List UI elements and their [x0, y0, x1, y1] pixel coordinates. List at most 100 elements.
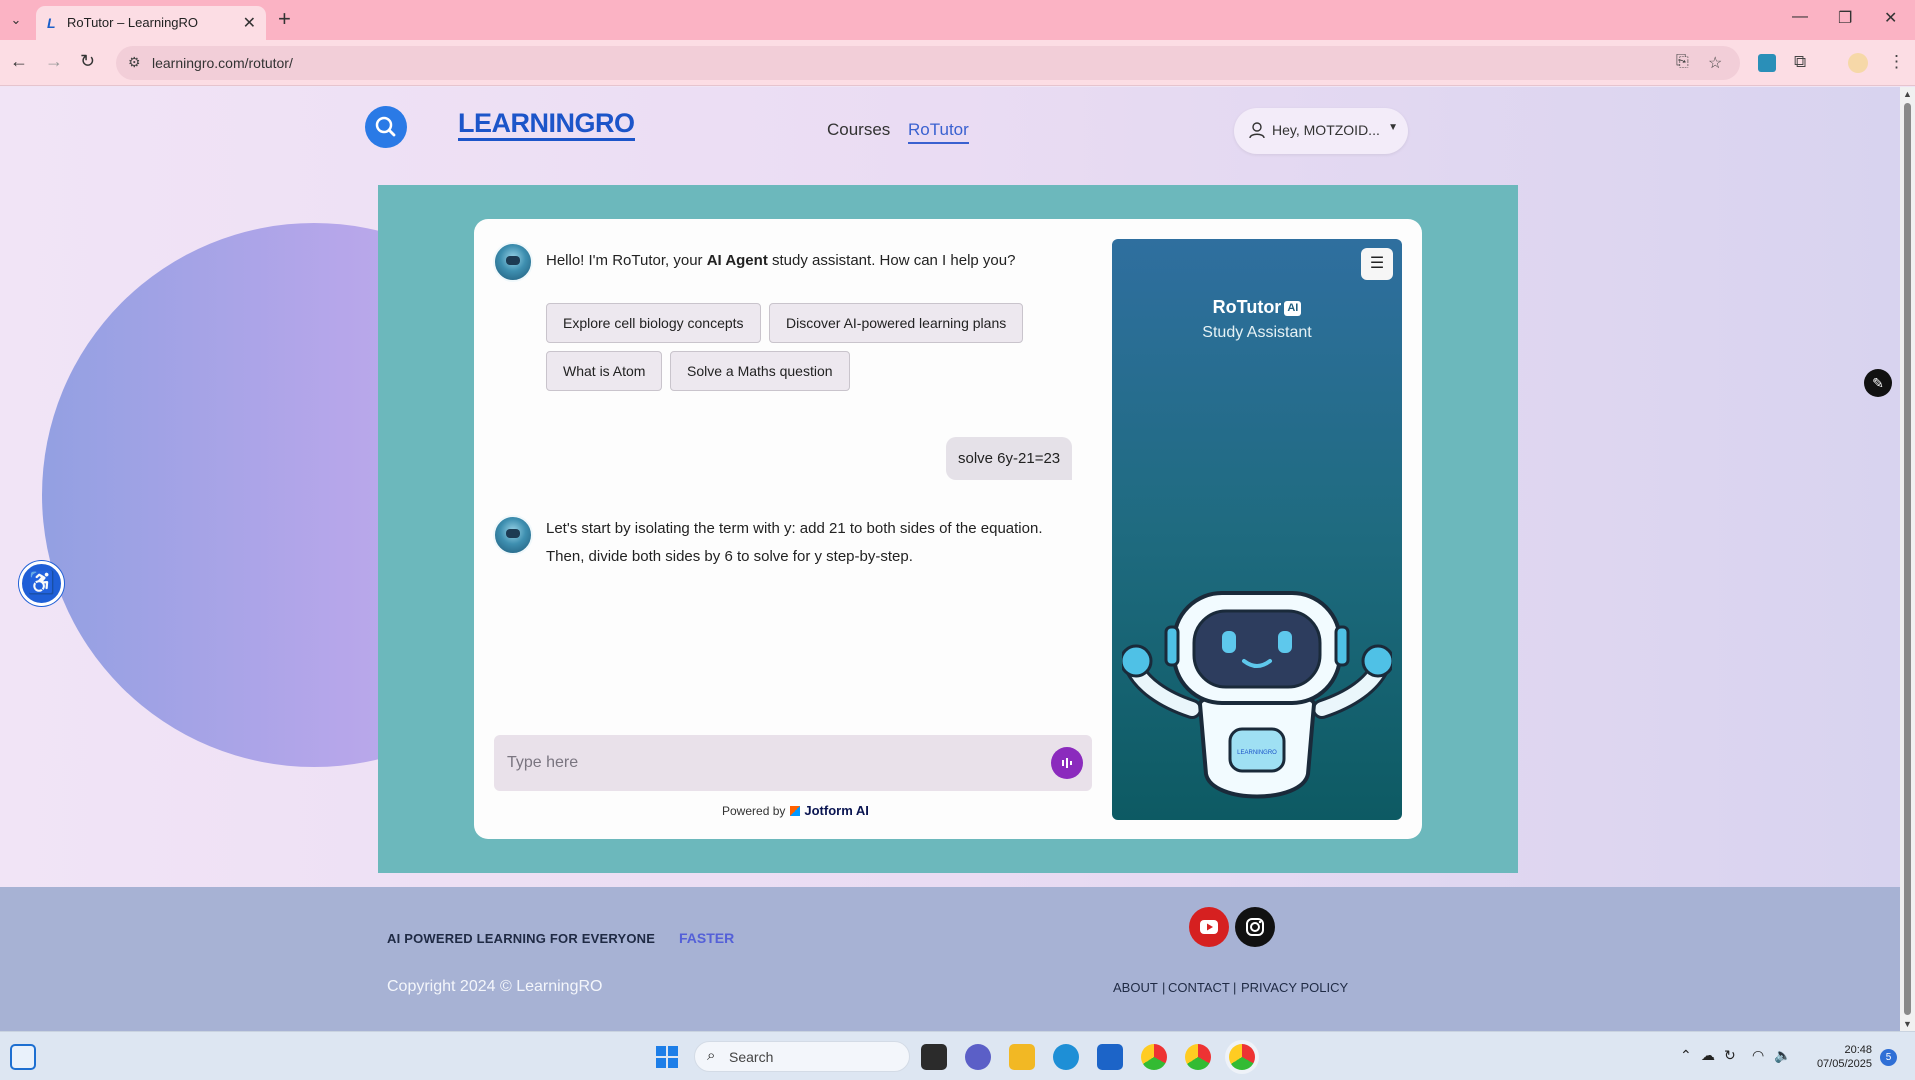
site-info-icon[interactable]: ⚙: [128, 54, 141, 71]
instagram-icon: [1246, 918, 1264, 936]
browser-toolbar: ← → ↻ ⚙ learningro.com/rotutor/ ⎘ ☆ ⧉ ⋮: [0, 40, 1915, 86]
url-text[interactable]: learningro.com/rotutor/: [152, 55, 293, 71]
tab-list-button[interactable]: ⌄: [6, 9, 26, 31]
powered-by-brand: Jotform AI: [804, 803, 869, 818]
microphone-icon: [1062, 758, 1072, 768]
user-message: solve 6y-21=23: [946, 437, 1073, 480]
instagram-link[interactable]: [1235, 907, 1275, 947]
onedrive-icon[interactable]: ☁: [1701, 1047, 1715, 1064]
wifi-icon[interactable]: ◠: [1752, 1047, 1764, 1064]
browser-tab[interactable]: L RoTutor – LearningRO ✕: [36, 6, 266, 40]
powered-by[interactable]: Powered by Jotform AI: [722, 803, 869, 818]
footer-tagline-accent: FASTER: [679, 930, 735, 946]
extensions-puzzle-icon[interactable]: ⧉: [1794, 52, 1806, 72]
panel-title: RoTutor AI: [1112, 297, 1402, 318]
system-clock[interactable]: 20:48 07/05/2025: [1806, 1043, 1872, 1071]
bot-greeting-message: Hello! I'm RoTutor, your AI Agent study …: [546, 252, 1016, 269]
message-input-box: [494, 735, 1092, 791]
copyright-text: Copyright 2024 © LearningRO: [387, 978, 603, 995]
footer-link-about[interactable]: ABOUT: [1113, 980, 1158, 995]
task-view-icon[interactable]: [921, 1044, 947, 1070]
robot-chest-text: LEARNINGRO: [1237, 750, 1277, 756]
caret-down-icon: ▼: [1388, 122, 1398, 133]
accessibility-icon: ♿: [27, 570, 56, 595]
page: LEARNINGRO Courses RoTutor Hey, MOTZOID.…: [0, 87, 1900, 1031]
volume-icon[interactable]: 🔈: [1774, 1047, 1791, 1064]
tab-close-icon[interactable]: ✕: [243, 13, 256, 33]
edit-icon: ✎: [1872, 375, 1884, 391]
powered-by-label: Powered by: [722, 804, 786, 818]
site-logo[interactable]: LEARNINGRO: [458, 109, 635, 141]
taskbar-search[interactable]: ⌕ Search: [694, 1041, 910, 1072]
tab-favicon-icon: L: [47, 15, 56, 31]
jotform-logo-icon: [790, 806, 801, 816]
new-tab-button[interactable]: +: [278, 6, 291, 32]
reload-button[interactable]: ↻: [80, 51, 95, 72]
search-button[interactable]: [365, 106, 407, 148]
nav-courses[interactable]: Courses: [827, 120, 890, 140]
footer-link-privacy[interactable]: PRIVACY POLICY: [1241, 980, 1348, 995]
tab-title: RoTutor – LearningRO: [67, 15, 199, 30]
suggestion-chip[interactable]: Solve a Maths question: [670, 351, 850, 391]
install-app-icon[interactable]: ⎘: [1676, 53, 1689, 71]
bookmark-star-icon[interactable]: ☆: [1708, 53, 1722, 73]
back-button[interactable]: ←: [10, 51, 28, 72]
browser-menu-icon[interactable]: ⋮: [1888, 52, 1905, 72]
store-icon[interactable]: [1097, 1044, 1123, 1070]
site-footer: AI POWERED LEARNING FOR EVERYONE FASTER …: [0, 887, 1900, 1031]
taskbar-search-label: Search: [729, 1049, 774, 1065]
windows-logo-icon: [656, 1046, 678, 1068]
menu-icon: ☰: [1369, 255, 1385, 272]
chat-widget: Hello! I'm RoTutor, your AI Agent study …: [474, 219, 1422, 839]
sync-icon[interactable]: ↻: [1724, 1047, 1736, 1064]
youtube-icon: [1200, 920, 1218, 934]
user-menu-button[interactable]: Hey, MOTZOID... ▼: [1234, 108, 1408, 154]
youtube-link[interactable]: [1189, 907, 1229, 947]
suggestion-chip[interactable]: Explore cell biology concepts: [546, 303, 761, 343]
scroll-thumb[interactable]: [1904, 103, 1911, 1015]
chrome-icon[interactable]: [1141, 1044, 1167, 1070]
clock-date: 07/05/2025: [1816, 1058, 1872, 1070]
panel-subtitle: Study Assistant: [1202, 324, 1312, 341]
robot-illustration: LEARNINGRO: [1122, 591, 1392, 799]
browser-tab-bar: ⌄ L RoTutor – LearningRO ✕ + — ❐ ✕: [0, 0, 1915, 40]
scroll-up-icon[interactable]: ▲: [1903, 89, 1912, 99]
profile-avatar[interactable]: [1848, 53, 1868, 73]
chrome-active-icon[interactable]: [1229, 1044, 1255, 1070]
edit-button[interactable]: ✎: [1864, 369, 1892, 397]
chrome-icon[interactable]: [1185, 1044, 1211, 1070]
extension-icon[interactable]: [1758, 54, 1776, 72]
minimize-button[interactable]: —: [1792, 8, 1808, 26]
teams-icon[interactable]: [965, 1044, 991, 1070]
edge-icon[interactable]: [1053, 1044, 1079, 1070]
close-window-button[interactable]: ✕: [1884, 8, 1897, 28]
notification-badge[interactable]: 5: [1880, 1049, 1897, 1066]
footer-tagline: AI POWERED LEARNING FOR EVERYONE: [387, 931, 656, 946]
nav-rotutor[interactable]: RoTutor: [908, 120, 969, 144]
menu-button[interactable]: ☰: [1361, 248, 1393, 280]
ai-badge: AI: [1284, 301, 1302, 316]
bot-reply-message: Let's start by isolating the term with y…: [546, 520, 1043, 565]
page-scrollbar[interactable]: ▲ ▼: [1900, 87, 1915, 1031]
file-explorer-icon[interactable]: [1009, 1044, 1035, 1070]
scroll-down-icon[interactable]: ▼: [1903, 1019, 1912, 1029]
suggestion-chip[interactable]: What is Atom: [546, 351, 663, 391]
restore-button[interactable]: ❐: [1838, 8, 1852, 28]
accessibility-button[interactable]: ♿: [19, 561, 64, 606]
start-button[interactable]: [654, 1044, 680, 1070]
search-icon: [375, 116, 396, 137]
tray-chevron-icon[interactable]: ⌃: [1680, 1047, 1692, 1064]
address-bar[interactable]: ⚙ learningro.com/rotutor/ ⎘ ☆: [116, 46, 1740, 80]
bot-avatar: [493, 242, 533, 282]
os-taskbar: ⌕ Search ⌃ ☁ ↻ ◠ 🔈 20:48 07/05/2025 5: [0, 1031, 1915, 1080]
clock-time: 20:48: [1844, 1044, 1872, 1056]
footer-separator: |: [1233, 980, 1237, 995]
user-icon: [1249, 122, 1265, 139]
message-input[interactable]: [494, 735, 1024, 791]
forward-button[interactable]: →: [45, 51, 63, 72]
widgets-icon[interactable]: [10, 1044, 36, 1070]
footer-link-contact[interactable]: CONTACT: [1168, 980, 1230, 995]
chat-section: Hello! I'm RoTutor, your AI Agent study …: [378, 185, 1518, 873]
suggestion-chip[interactable]: Discover AI-powered learning plans: [769, 303, 1024, 343]
voice-button[interactable]: [1051, 747, 1083, 779]
